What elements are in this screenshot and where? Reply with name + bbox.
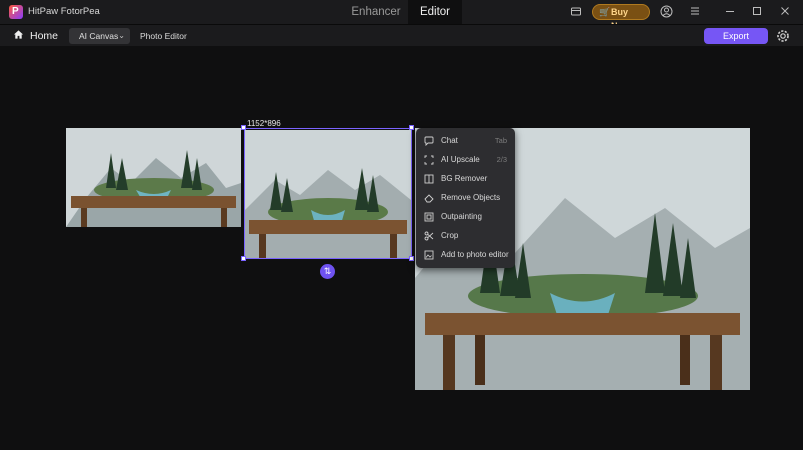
home-icon: [13, 30, 24, 39]
buy-now-button[interactable]: 🛒 Buy Now: [592, 4, 650, 31]
photo-editor-link[interactable]: Photo Editor: [140, 31, 187, 41]
maximize-icon[interactable]: [750, 5, 764, 19]
tab-enhancer[interactable]: Enhancer: [338, 0, 414, 24]
gear-icon[interactable]: [775, 28, 791, 44]
canvas-mode-select[interactable]: AI Canvas ⌄: [69, 28, 130, 44]
chevron-down-icon: ⌄: [118, 31, 125, 40]
swap-icon[interactable]: ⇅: [320, 264, 335, 279]
add-image-icon: [424, 250, 434, 260]
cart-icon: 🛒: [599, 7, 611, 17]
app-logo: P: [9, 5, 23, 19]
menu-icon[interactable]: [688, 5, 702, 19]
export-button[interactable]: Export: [704, 28, 768, 44]
close-icon[interactable]: [778, 5, 792, 19]
canvas-area[interactable]: 1152*896 ⇅ Chat Tab AI Upscale 2/3 BG Re…: [0, 47, 803, 450]
menu-item-outpainting[interactable]: Outpainting: [416, 208, 515, 226]
canvas-image-1[interactable]: [66, 128, 241, 227]
context-menu: Chat Tab AI Upscale 2/3 BG Remover Remov…: [416, 128, 515, 268]
resize-handle-top-left[interactable]: [241, 125, 246, 130]
resize-handle-bottom-left[interactable]: [241, 256, 246, 261]
menu-item-chat[interactable]: Chat Tab: [416, 132, 515, 150]
home-button[interactable]: Home: [13, 29, 58, 42]
toolbar: Home AI Canvas ⌄ Photo Editor Export: [0, 24, 803, 46]
eraser-icon: [424, 194, 434, 203]
outpainting-icon: [424, 212, 434, 222]
menu-item-add-to-photo-editor[interactable]: Add to photo editor: [416, 246, 515, 264]
selection-box[interactable]: [244, 128, 412, 259]
menu-item-crop[interactable]: Crop: [416, 227, 515, 245]
crop-icon: [424, 231, 434, 241]
menu-item-remove-objects[interactable]: Remove Objects: [416, 189, 515, 207]
menu-item-bg-remover[interactable]: BG Remover: [416, 170, 515, 188]
tab-editor[interactable]: Editor: [408, 0, 462, 24]
minimize-icon[interactable]: [723, 5, 737, 19]
title-bar: P HitPaw FotorPea Enhancer Editor 🛒 Buy …: [0, 0, 803, 31]
app-title: HitPaw FotorPea: [28, 6, 100, 17]
bg-remover-icon: [424, 174, 434, 184]
image-dimensions-label: 1152*896: [247, 119, 281, 128]
chat-icon: [424, 136, 434, 146]
menu-item-ai-upscale[interactable]: AI Upscale 2/3: [416, 151, 515, 169]
resize-handle-top-right[interactable]: [409, 125, 414, 130]
account-icon[interactable]: [659, 5, 673, 19]
resize-handle-bottom-right[interactable]: [409, 256, 414, 261]
upscale-icon: [424, 155, 434, 165]
gift-box-icon[interactable]: [569, 5, 583, 19]
